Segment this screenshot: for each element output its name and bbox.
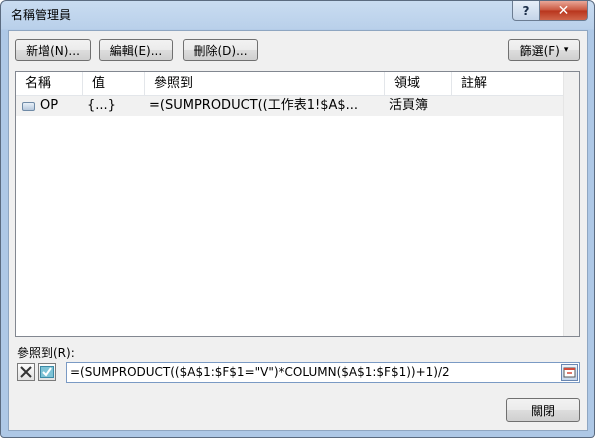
defined-name-icon [22,102,35,111]
chevron-down-icon: ▾ [563,45,569,55]
collapse-dialog-icon [563,367,576,378]
collapse-dialog-button[interactable] [561,364,578,381]
list-item[interactable]: OP {...} =(SUMPRODUCT((工作表1!$A$... 活頁簿 [16,96,566,116]
column-header-value[interactable]: 值 [83,72,145,95]
name-manager-window: 名稱管理員 ? ✕ 新增(N)... 編輯(E)... 刪除(D)... 篩選(… [0,0,595,438]
row-value: {...} [87,98,116,113]
column-header-name[interactable]: 名稱 [16,72,83,95]
edit-button[interactable]: 編輯(E)... [99,39,173,61]
close-button[interactable]: 關閉 [506,398,580,422]
new-button[interactable]: 新增(N)... [15,39,91,61]
delete-button[interactable]: 刪除(D)... [183,39,258,61]
row-comment [456,96,564,116]
cancel-icon [20,366,32,378]
refers-to-label: 參照到(R): [17,346,75,360]
row-name: OP [40,98,59,113]
filter-button[interactable]: 篩選(F) ▾ [508,39,580,61]
confirm-edit-button[interactable] [38,363,56,381]
dialog-client-area: 新增(N)... 編輯(E)... 刪除(D)... 篩選(F) ▾ 名稱 值 … [8,30,588,431]
close-icon: ✕ [557,2,570,19]
column-header-comment[interactable]: 註解 [452,72,566,95]
names-list[interactable]: 名稱 值 參照到 領域 註解 OP {...} =(SUMPRODUCT((工作… [15,71,580,337]
refers-to-formula: =(SUMPRODUCT(($A$1:$F$1="V")*COLUMN($A$1… [70,365,450,379]
row-refers-to: =(SUMPRODUCT((工作表1!$A$... [149,98,359,113]
column-header-scope[interactable]: 領域 [385,72,452,95]
help-icon: ? [522,3,530,18]
row-scope: 活頁簿 [389,98,429,113]
filter-label: 篩選(F) [519,43,560,58]
help-button[interactable]: ? [512,1,540,21]
close-window-button[interactable]: ✕ [539,1,588,21]
window-title: 名稱管理員 [11,8,72,22]
list-header: 名稱 值 參照到 領域 註解 [16,72,566,96]
refers-to-input[interactable]: =(SUMPRODUCT(($A$1:$F$1="V")*COLUMN($A$1… [66,362,580,383]
title-bar: 名稱管理員 ? ✕ [1,1,594,29]
vertical-scrollbar[interactable] [563,72,579,336]
column-header-refers-to[interactable]: 參照到 [145,72,385,95]
cancel-edit-button[interactable] [17,363,35,381]
checkmark-icon [40,366,54,378]
